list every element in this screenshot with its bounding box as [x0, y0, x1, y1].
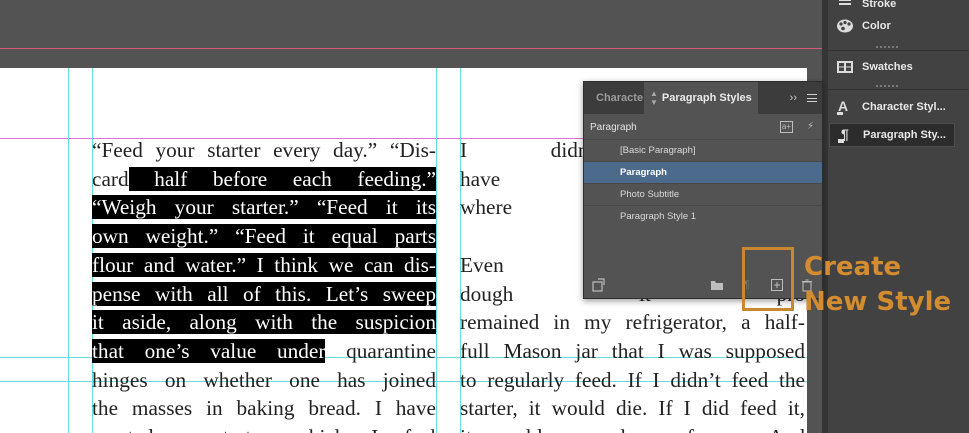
- selected-text: own weight.” “Feed it equal parts: [92, 224, 436, 249]
- text-run: wanted a starter which I feel: [92, 425, 436, 433]
- dock-group-grip[interactable]: [876, 46, 898, 49]
- selected-text: half before each feeding.”: [128, 166, 436, 191]
- text-frame-column-1[interactable]: “Feed your starter every day.” “Dis-card…: [92, 136, 436, 433]
- text-line: hinges on whether one has joined: [92, 366, 436, 395]
- dock-item-label: Color: [862, 20, 891, 32]
- create-style-from-selection-icon[interactable]: a+: [779, 121, 793, 133]
- svg-text:A: A: [838, 98, 848, 114]
- selected-text: that one’s value under: [92, 338, 326, 363]
- current-style-name: Paragraph: [590, 121, 637, 133]
- color-palette-icon: [835, 17, 855, 35]
- dock-item-label: Stroke: [862, 0, 897, 10]
- style-item-paragraph-style-1[interactable]: Paragraph Style 1: [584, 205, 822, 227]
- dock-item-label: Swatches: [862, 61, 913, 73]
- text-line: pense with all of this. Let’s sweep: [92, 280, 436, 309]
- column-guide: [436, 68, 437, 433]
- text-run: card: [92, 166, 129, 191]
- dock-item-swatches[interactable]: Swatches: [829, 55, 955, 79]
- dock-group-grip[interactable]: [876, 85, 898, 88]
- panel-tab-bar: Characte ▲ ▼ Paragraph Styles ››: [584, 82, 822, 114]
- lightning-icon[interactable]: ⚡︎: [807, 121, 814, 133]
- callout-line-1: Create: [804, 252, 902, 282]
- text-line: it aside, along with the suspicion: [92, 308, 436, 337]
- text-run: quarantine: [325, 338, 436, 363]
- text-line: remained in my refrigerator, a half-: [460, 310, 805, 335]
- text-line: that one’s value under quarantine: [92, 337, 436, 366]
- column-guide: [68, 68, 69, 433]
- tab-paragraph-styles[interactable]: ▲ ▼ Paragraph Styles: [644, 82, 758, 114]
- character-styles-icon: A: [835, 98, 855, 116]
- text-run: hinges on whether one has joined: [92, 367, 436, 392]
- paragraph-styles-icon: ¶: [836, 126, 856, 144]
- text-run: the masses in baking bread. I have: [92, 396, 436, 421]
- text-line: starter, it would die. If I did feed it,: [460, 396, 805, 421]
- text-line: “Feed your starter every day.” “Dis-: [92, 136, 436, 165]
- selected-text: pense with all of this. Let’s sweep: [92, 281, 436, 306]
- dock-separator: [826, 89, 969, 90]
- text-run: “Feed your starter every day.” “Dis-: [92, 138, 436, 162]
- bleed-guide: [0, 48, 822, 49]
- stroke-icon: [835, 0, 855, 13]
- dock-item-color[interactable]: Color: [829, 14, 955, 38]
- tab-character-styles[interactable]: Characte: [584, 82, 644, 114]
- text-line: “Weigh your starter.” “Feed it its: [92, 193, 436, 222]
- style-list: [Basic Paragraph] Paragraph Photo Subtit…: [584, 139, 822, 227]
- new-group-folder-icon[interactable]: [710, 278, 724, 292]
- selected-text: flour and water.” I think we can dis-: [92, 252, 436, 277]
- text-line: it would grow larger forever. And: [460, 423, 805, 433]
- dock-item-character-styles[interactable]: A Character Styl...: [829, 95, 955, 119]
- callout-label: Create New Style: [804, 250, 951, 320]
- text-line: full Mason jar that I was supposed: [460, 338, 805, 363]
- selected-text: it aside, along with the suspicion: [92, 310, 436, 335]
- tab-label: Paragraph Styles: [661, 92, 752, 104]
- style-item-paragraph[interactable]: Paragraph: [584, 161, 822, 183]
- text-line: to regularly feed. If I didn’t feed the: [460, 367, 805, 392]
- current-style-row: Paragraph a+ ⚡︎: [584, 115, 822, 139]
- text-line: the masses in baking bread. I have: [92, 394, 436, 423]
- dock-separator: [826, 50, 969, 51]
- style-item-photo-subtitle[interactable]: Photo Subtitle: [584, 183, 822, 205]
- text-line: flour and water.” I think we can dis-: [92, 251, 436, 280]
- text-line: own weight.” “Feed it equal parts: [92, 222, 436, 251]
- dock-item-label: Character Styl...: [862, 101, 946, 113]
- callout-line-2: New Style: [804, 287, 952, 317]
- selected-text: “Weigh your starter.” “Feed it its: [92, 195, 436, 220]
- text-line: wanted a starter which I feel: [92, 423, 436, 433]
- panel-menu-icon[interactable]: [807, 94, 817, 102]
- style-item-basic-paragraph[interactable]: [Basic Paragraph]: [584, 139, 822, 161]
- load-styles-icon[interactable]: [592, 278, 606, 292]
- tab-reorder-icon: ▲ ▼: [650, 89, 658, 107]
- swatches-icon: [835, 58, 855, 76]
- text-line: card half before each feeding.”: [92, 165, 436, 194]
- expand-panel-button[interactable]: ››: [790, 92, 797, 104]
- callout-highlight-box: [742, 247, 794, 311]
- dock-item-label: Paragraph Sty...: [863, 129, 946, 141]
- dock-item-paragraph-styles[interactable]: ¶ Paragraph Sty...: [829, 123, 955, 147]
